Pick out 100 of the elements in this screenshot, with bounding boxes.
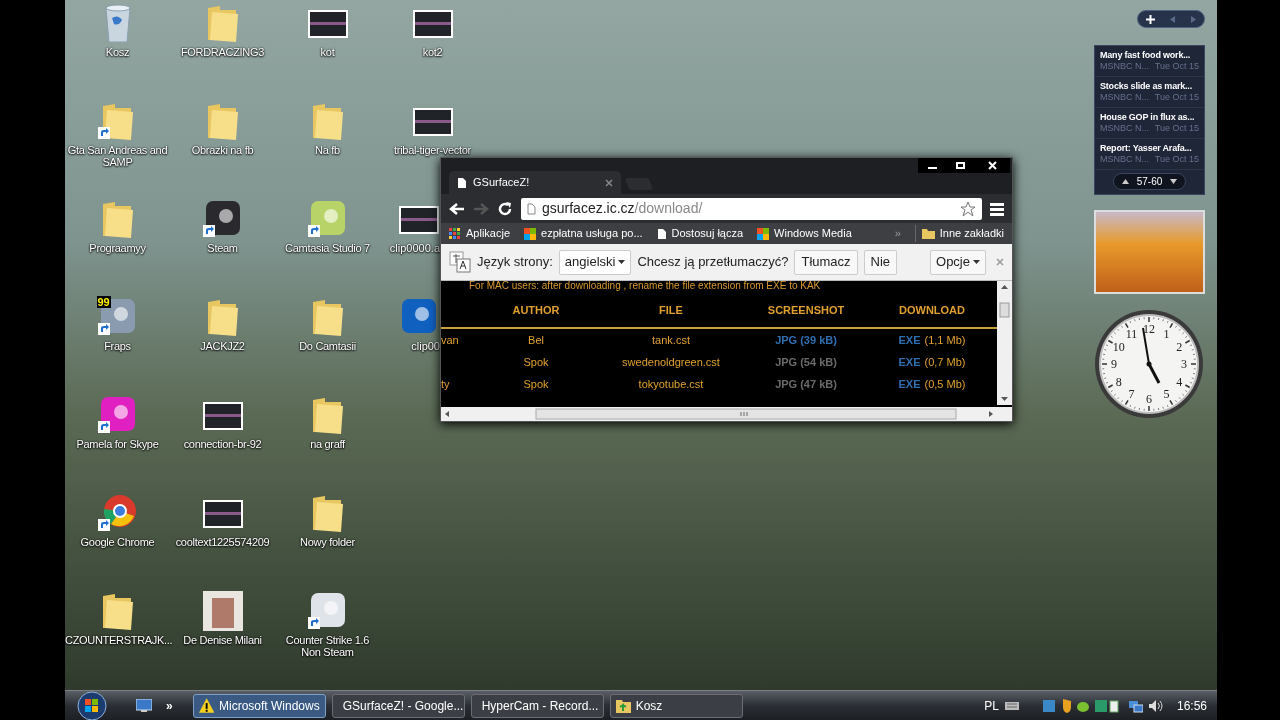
column-header: AUTHOR bbox=[511, 302, 561, 318]
volume-icon[interactable] bbox=[1148, 699, 1163, 712]
news-headline: Many fast food work... bbox=[1100, 49, 1192, 61]
download-link[interactable]: EXE bbox=[898, 376, 921, 393]
news-item[interactable]: Stocks slide as mark... MSNBC N... Tue Oct 15 bbox=[1095, 77, 1204, 108]
download-link[interactable]: EXE bbox=[898, 332, 921, 349]
news-date: Tue Oct 15 bbox=[1154, 123, 1199, 134]
add-icon[interactable] bbox=[1145, 14, 1155, 24]
close-button[interactable] bbox=[974, 158, 1010, 173]
start-button[interactable] bbox=[75, 690, 109, 720]
news-source: MSNBC N... bbox=[1100, 123, 1149, 134]
icon-label[interactable]: cooltext1225574209 bbox=[170, 536, 275, 548]
photo-placeholder[interactable] bbox=[201, 590, 244, 632]
news-date: Tue Oct 15 bbox=[1154, 92, 1199, 103]
file-size: (1,1 Mb) bbox=[924, 333, 966, 349]
icon-label[interactable]: De Denise Milani bbox=[170, 634, 275, 646]
taskbar-button[interactable]: HyperCam - Record... bbox=[470, 693, 604, 718]
icon-label[interactable]: Fraps bbox=[65, 340, 170, 352]
bookmark[interactable]: Dostosuj łącza bbox=[656, 225, 744, 242]
other-bookmarks-folder[interactable]: Inne zakładki bbox=[914, 225, 1004, 242]
reload-icon[interactable] bbox=[497, 200, 513, 217]
apps-grid-icon bbox=[449, 227, 461, 240]
browser-icon[interactable] bbox=[96, 492, 139, 534]
down-arrow-icon[interactable] bbox=[1170, 179, 1178, 184]
screenshot-link[interactable]: JPG (47 kB) bbox=[741, 376, 871, 393]
icon-label[interactable]: Google Chrome bbox=[65, 536, 170, 548]
news-source: MSNBC N... bbox=[1100, 61, 1149, 72]
icon-label[interactable]: JACKJZ2 bbox=[170, 340, 275, 352]
bookmarks-overflow-button[interactable]: » bbox=[894, 225, 901, 242]
clock-numeral: 11 bbox=[1125, 326, 1138, 341]
table-cell-text: ty bbox=[441, 377, 451, 393]
table-cell-text: Bel bbox=[527, 333, 545, 349]
clock-numeral: 7 bbox=[1128, 387, 1135, 402]
icon-label[interactable]: Nowy folder bbox=[275, 536, 380, 548]
taskbar-button[interactable]: GSurfaceZ! - Google... bbox=[331, 693, 465, 718]
clock-numeral: 8 bbox=[1115, 374, 1122, 389]
bookmark[interactable]: Windows Media bbox=[757, 225, 852, 242]
news-item[interactable]: Many fast food work... MSNBC N... Tue Oct 15 bbox=[1095, 46, 1204, 77]
file-size: (0,7 Mb) bbox=[924, 355, 966, 371]
show-desktop-icon[interactable] bbox=[136, 699, 152, 712]
page-icon bbox=[656, 227, 667, 240]
icon-label[interactable]: Pamela for Skype bbox=[65, 438, 170, 450]
url-text: gsurfacez.ic.cz/download/ bbox=[542, 199, 704, 218]
windows-logo-icon bbox=[757, 227, 770, 240]
clock-numeral: 6 bbox=[1146, 392, 1152, 406]
download-link[interactable]: EXE bbox=[898, 354, 921, 371]
browser-tab[interactable]: GSurfaceZ! bbox=[449, 171, 621, 194]
page-range: 57-60 bbox=[1136, 175, 1163, 189]
quick-launch-overflow-button[interactable]: » bbox=[166, 696, 173, 715]
news-source: MSNBC N... bbox=[1100, 92, 1149, 103]
fps-counter: 99 bbox=[96, 296, 111, 308]
minimize-button[interactable] bbox=[918, 158, 946, 173]
taskbar-button[interactable]: Kosz bbox=[609, 693, 743, 718]
bookmark[interactable]: ezpłatna usługa po... bbox=[524, 225, 643, 242]
icon-label[interactable]: CZOUNTERSTRAJK... bbox=[65, 634, 170, 646]
icon-label[interactable]: Do Camtasii bbox=[275, 340, 380, 352]
icon-label[interactable]: Counter Strike 1.6 Non Steam bbox=[275, 634, 380, 658]
vertical-scrollbar[interactable] bbox=[997, 281, 1012, 405]
table-cell-text: van bbox=[441, 333, 460, 349]
notice-text: For MAC users: after downloading , rename the file extension from EXE to KAK bbox=[468, 281, 822, 293]
clock-numeral: 2 bbox=[1176, 339, 1183, 354]
clock-numeral: 10 bbox=[1112, 339, 1125, 354]
address-bar[interactable]: gsurfacez.ic.cz/download/ bbox=[521, 197, 982, 220]
folder-icon bbox=[615, 698, 631, 713]
table-cell-text: Spok bbox=[522, 377, 550, 393]
icon-label[interactable]: clip00 bbox=[411, 340, 440, 352]
page-icon bbox=[457, 176, 467, 189]
bookmark[interactable]: Aplikacje bbox=[449, 225, 511, 242]
clock-time[interactable]: 16:56 bbox=[1176, 696, 1207, 715]
news-date: Tue Oct 15 bbox=[1154, 154, 1199, 165]
screenshot-link[interactable]: JPG (54 kB) bbox=[741, 354, 871, 371]
icon-label[interactable]: na graff bbox=[275, 438, 380, 450]
horizontal-scrollbar[interactable] bbox=[441, 407, 1012, 421]
translate-button[interactable]: Nie bbox=[863, 249, 898, 275]
column-header: DOWNLOAD bbox=[898, 302, 966, 318]
translate-button[interactable]: Tłumacz bbox=[794, 249, 858, 275]
clock-numeral: 3 bbox=[1181, 357, 1187, 371]
keyboard-icon[interactable] bbox=[1004, 701, 1019, 710]
table-cell-text: Spok bbox=[522, 355, 550, 371]
up-arrow-icon[interactable] bbox=[1121, 179, 1129, 184]
icon-label[interactable]: connection-br-92 bbox=[170, 438, 275, 450]
input-language-indicator[interactable]: PL bbox=[984, 696, 999, 715]
clock-numeral: 12 bbox=[1143, 322, 1155, 336]
menu-icon[interactable] bbox=[990, 201, 1004, 216]
news-item[interactable]: Report: Yasser Arafa... MSNBC N... Tue Oct 15 bbox=[1095, 139, 1204, 170]
translate-question: Chcesz ją przetłumaczyć? bbox=[637, 253, 789, 272]
news-headline: Report: Yasser Arafa... bbox=[1100, 142, 1193, 154]
back-icon[interactable] bbox=[449, 201, 465, 216]
page-icon bbox=[527, 202, 536, 215]
clock-numeral: 4 bbox=[1176, 374, 1183, 389]
caret-icon bbox=[973, 260, 980, 264]
warning-icon bbox=[198, 698, 214, 713]
network-icon[interactable] bbox=[1128, 698, 1143, 713]
star-icon[interactable] bbox=[960, 200, 976, 217]
taskbar-button[interactable]: Microsoft Windows bbox=[192, 693, 326, 718]
options-dropdown[interactable]: Opcje bbox=[930, 249, 986, 275]
screenshot-link[interactable]: JPG (39 kB) bbox=[741, 332, 871, 349]
news-source: MSNBC N... bbox=[1100, 154, 1149, 165]
news-item[interactable]: House GOP in flux as... MSNBC N... Tue Oct 15 bbox=[1095, 108, 1204, 139]
language-dropdown[interactable]: angielski bbox=[558, 249, 632, 275]
